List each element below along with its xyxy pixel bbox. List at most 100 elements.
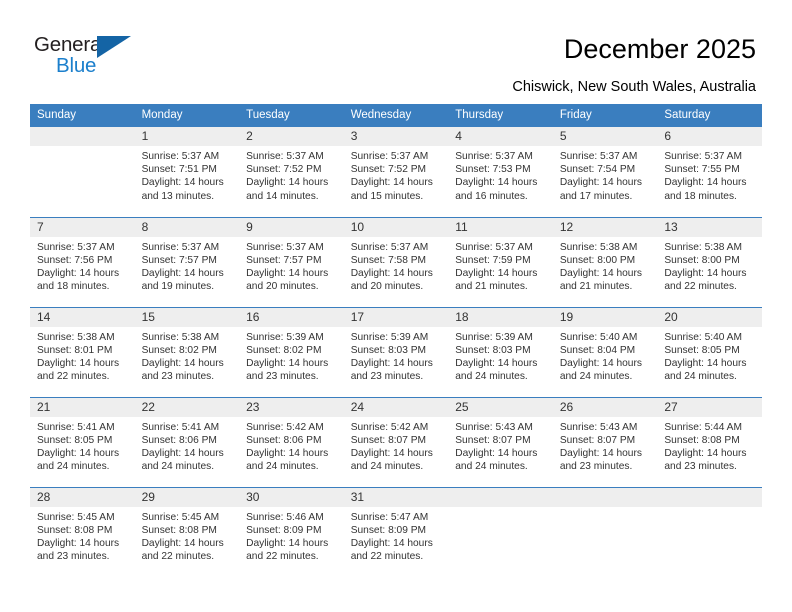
sunrise-text: Sunrise: 5:40 AM bbox=[664, 331, 742, 343]
daylight-text: Daylight: 14 hours and 24 minutes. bbox=[455, 357, 538, 383]
day-details: Sunrise: 5:41 AM Sunset: 8:06 PM Daylight:… bbox=[135, 417, 240, 474]
day-number: 11 bbox=[448, 217, 553, 237]
calendar-day-cell[interactable]: 26 Sunrise: 5:43 AM Sunset: 8:07 PM Dayligh… bbox=[552, 396, 658, 487]
day-number: 24 bbox=[343, 397, 449, 417]
sunset-text: Sunset: 8:09 PM bbox=[350, 524, 427, 536]
day-details: Sunrise: 5:37 AM Sunset: 7:55 PM Daylight:… bbox=[657, 146, 762, 203]
day-details: Sunrise: 5:37 AM Sunset: 7:53 PM Daylight:… bbox=[448, 146, 553, 203]
day-number: 18 bbox=[448, 307, 553, 327]
daylight-text: Daylight: 14 hours and 24 minutes. bbox=[141, 447, 224, 473]
daylight-text: Daylight: 14 hours and 19 minutes. bbox=[141, 267, 224, 293]
calendar-day-cell[interactable]: 11 Sunrise: 5:37 AM Sunset: 7:59 PM Dayligh… bbox=[448, 216, 553, 307]
daylight-text: Daylight: 14 hours and 24 minutes. bbox=[37, 447, 120, 473]
weekday-header-tuesday: Tuesday bbox=[239, 104, 344, 127]
sunset-text: Sunset: 7:56 PM bbox=[37, 254, 113, 266]
sunset-text: Sunset: 8:05 PM bbox=[664, 344, 740, 356]
sunrise-sunset-calendar: Sunday Monday Tuesday Wednesday Thursday Frid… bbox=[30, 104, 762, 577]
day-details: Sunrise: 5:37 AM Sunset: 7:57 PM Daylight:… bbox=[135, 237, 240, 294]
sunrise-text: Sunrise: 5:43 AM bbox=[455, 421, 533, 433]
sunrise-text: Sunrise: 5:44 AM bbox=[664, 421, 742, 433]
calendar-day-cell[interactable]: 13 Sunrise: 5:38 AM Sunset: 8:00 PM Dayligh… bbox=[657, 216, 762, 307]
calendar-day-cell[interactable]: 16 Sunrise: 5:39 AM Sunset: 8:02 PM Dayligh… bbox=[239, 306, 344, 397]
sunrise-text: Sunrise: 5:46 AM bbox=[246, 511, 324, 523]
calendar-day-cell[interactable]: 23 Sunrise: 5:42 AM Sunset: 8:06 PM Dayligh… bbox=[239, 396, 344, 487]
day-number: 27 bbox=[657, 397, 762, 417]
calendar-day-cell[interactable]: 1 Sunrise: 5:37 AM Sunset: 7:51 PM Daylight… bbox=[134, 127, 240, 217]
day-number: 10 bbox=[343, 217, 449, 237]
sunset-text: Sunset: 8:08 PM bbox=[664, 434, 740, 446]
sunset-text: Sunset: 7:57 PM bbox=[246, 254, 322, 266]
calendar-day-cell[interactable]: 29 Sunrise: 5:45 AM Sunset: 8:08 PM Dayligh… bbox=[134, 486, 240, 577]
sunset-text: Sunset: 8:07 PM bbox=[350, 434, 427, 446]
calendar-day-cell[interactable]: 12 Sunrise: 5:38 AM Sunset: 8:00 PM Dayligh… bbox=[552, 216, 658, 307]
day-number: 4 bbox=[448, 127, 553, 146]
daylight-text: Daylight: 14 hours and 23 minutes. bbox=[37, 537, 120, 563]
page-title: December 2025 bbox=[563, 34, 756, 64]
calendar-day-cell[interactable]: 6 Sunrise: 5:37 AM Sunset: 7:55 PM Daylight… bbox=[657, 127, 762, 217]
calendar-day-cell[interactable]: 2 Sunrise: 5:37 AM Sunset: 7:52 PM Daylight… bbox=[239, 127, 344, 217]
day-details: Sunrise: 5:39 AM Sunset: 8:03 PM Daylight:… bbox=[448, 327, 553, 384]
day-details: Sunrise: 5:38 AM Sunset: 8:02 PM Daylight:… bbox=[135, 327, 240, 384]
day-number: 3 bbox=[343, 127, 449, 146]
calendar-day-cell-empty bbox=[30, 127, 135, 217]
weekday-header-saturday: Saturday bbox=[657, 104, 762, 127]
day-details: Sunrise: 5:38 AM Sunset: 8:01 PM Daylight:… bbox=[30, 327, 135, 384]
calendar-day-cell[interactable]: 22 Sunrise: 5:41 AM Sunset: 8:06 PM Dayligh… bbox=[134, 396, 240, 487]
calendar-day-cell-empty bbox=[448, 486, 553, 577]
day-details: Sunrise: 5:37 AM Sunset: 7:57 PM Daylight:… bbox=[239, 237, 344, 294]
day-details: Sunrise: 5:37 AM Sunset: 7:58 PM Daylight:… bbox=[344, 237, 449, 294]
general-blue-logo[interactable]: General Blue bbox=[34, 33, 144, 81]
calendar-day-cell[interactable]: 25 Sunrise: 5:43 AM Sunset: 8:07 PM Dayligh… bbox=[448, 396, 553, 487]
calendar-week-row: 28 Sunrise: 5:45 AM Sunset: 8:08 PM Dayligh… bbox=[30, 486, 762, 577]
calendar-day-cell[interactable]: 17 Sunrise: 5:39 AM Sunset: 8:03 PM Dayligh… bbox=[343, 306, 449, 397]
day-details: Sunrise: 5:43 AM Sunset: 8:07 PM Daylight:… bbox=[553, 417, 658, 474]
day-number: 26 bbox=[552, 397, 658, 417]
day-number: 2 bbox=[239, 127, 344, 146]
calendar-day-cell[interactable]: 14 Sunrise: 5:38 AM Sunset: 8:01 PM Dayligh… bbox=[30, 306, 135, 397]
daylight-text: Daylight: 14 hours and 21 minutes. bbox=[559, 267, 642, 293]
daylight-text: Daylight: 14 hours and 22 minutes. bbox=[37, 357, 120, 383]
calendar-page: General Blue December 2025 Chiswick, New… bbox=[0, 0, 792, 612]
weekday-header-monday: Monday bbox=[134, 104, 240, 127]
calendar-day-cell[interactable]: 9 Sunrise: 5:37 AM Sunset: 7:57 PM Daylight… bbox=[239, 216, 344, 307]
calendar-day-cell[interactable]: 19 Sunrise: 5:40 AM Sunset: 8:04 PM Dayligh… bbox=[552, 306, 658, 397]
sunrise-text: Sunrise: 5:37 AM bbox=[455, 151, 533, 162]
sunrise-text: Sunrise: 5:41 AM bbox=[141, 421, 220, 433]
sunrise-text: Sunrise: 5:39 AM bbox=[455, 331, 533, 343]
calendar-day-cell[interactable]: 28 Sunrise: 5:45 AM Sunset: 8:08 PM Dayligh… bbox=[30, 486, 135, 577]
day-details: Sunrise: 5:39 AM Sunset: 8:03 PM Daylight:… bbox=[344, 327, 449, 384]
day-details: Sunrise: 5:37 AM Sunset: 7:54 PM Daylight:… bbox=[553, 146, 658, 203]
daylight-text: Daylight: 14 hours and 18 minutes. bbox=[37, 267, 120, 293]
calendar-day-cell[interactable]: 24 Sunrise: 5:42 AM Sunset: 8:07 PM Dayligh… bbox=[343, 396, 449, 487]
sunset-text: Sunset: 8:07 PM bbox=[559, 434, 636, 446]
sunrise-text: Sunrise: 5:40 AM bbox=[559, 331, 638, 343]
day-number: 7 bbox=[30, 217, 135, 237]
daylight-text: Daylight: 14 hours and 20 minutes. bbox=[350, 267, 433, 293]
sunset-text: Sunset: 8:01 PM bbox=[37, 344, 113, 356]
day-details: Sunrise: 5:38 AM Sunset: 8:00 PM Daylight:… bbox=[657, 237, 762, 294]
calendar-day-cell[interactable]: 15 Sunrise: 5:38 AM Sunset: 8:02 PM Dayligh… bbox=[134, 306, 240, 397]
calendar-body: 1 Sunrise: 5:37 AM Sunset: 7:51 PM Daylight… bbox=[30, 127, 762, 577]
calendar-day-cell[interactable]: 4 Sunrise: 5:37 AM Sunset: 7:53 PM Daylight… bbox=[448, 127, 553, 217]
calendar-week-row: 1 Sunrise: 5:37 AM Sunset: 7:51 PM Daylight… bbox=[30, 127, 762, 217]
daylight-text: Daylight: 14 hours and 24 minutes. bbox=[455, 447, 538, 473]
calendar-day-cell[interactable]: 3 Sunrise: 5:37 AM Sunset: 7:52 PM Daylight… bbox=[343, 127, 449, 217]
day-number: 9 bbox=[239, 217, 344, 237]
page-header: General Blue December 2025 Chiswick, New… bbox=[0, 0, 792, 100]
calendar-day-cell[interactable]: 18 Sunrise: 5:39 AM Sunset: 8:03 PM Dayligh… bbox=[448, 306, 553, 397]
calendar-day-cell[interactable]: 5 Sunrise: 5:37 AM Sunset: 7:54 PM Daylight… bbox=[552, 127, 658, 217]
calendar-day-cell[interactable]: 21 Sunrise: 5:41 AM Sunset: 8:05 PM Dayligh… bbox=[30, 396, 135, 487]
daylight-text: Daylight: 14 hours and 23 minutes. bbox=[664, 447, 747, 473]
day-number: 5 bbox=[552, 127, 658, 146]
calendar-day-cell[interactable]: 30 Sunrise: 5:46 AM Sunset: 8:09 PM Dayligh… bbox=[239, 486, 344, 577]
calendar-day-cell[interactable]: 27 Sunrise: 5:44 AM Sunset: 8:08 PM Dayligh… bbox=[657, 396, 762, 487]
sunset-text: Sunset: 7:53 PM bbox=[455, 164, 531, 176]
calendar-day-cell[interactable]: 10 Sunrise: 5:37 AM Sunset: 7:58 PM Dayligh… bbox=[343, 216, 449, 307]
daylight-text: Daylight: 14 hours and 23 minutes. bbox=[559, 447, 642, 473]
calendar-week-row: 14 Sunrise: 5:38 AM Sunset: 8:01 PM Dayligh… bbox=[30, 306, 762, 397]
calendar-day-cell[interactable]: 31 Sunrise: 5:47 AM Sunset: 8:09 PM Dayligh… bbox=[343, 486, 449, 577]
calendar-day-cell[interactable]: 7 Sunrise: 5:37 AM Sunset: 7:56 PM Daylight… bbox=[30, 216, 135, 307]
calendar-day-cell[interactable]: 8 Sunrise: 5:37 AM Sunset: 7:57 PM Daylight… bbox=[134, 216, 240, 307]
day-number: 30 bbox=[239, 487, 344, 507]
calendar-day-cell[interactable]: 20 Sunrise: 5:40 AM Sunset: 8:05 PM Dayligh… bbox=[657, 306, 762, 397]
